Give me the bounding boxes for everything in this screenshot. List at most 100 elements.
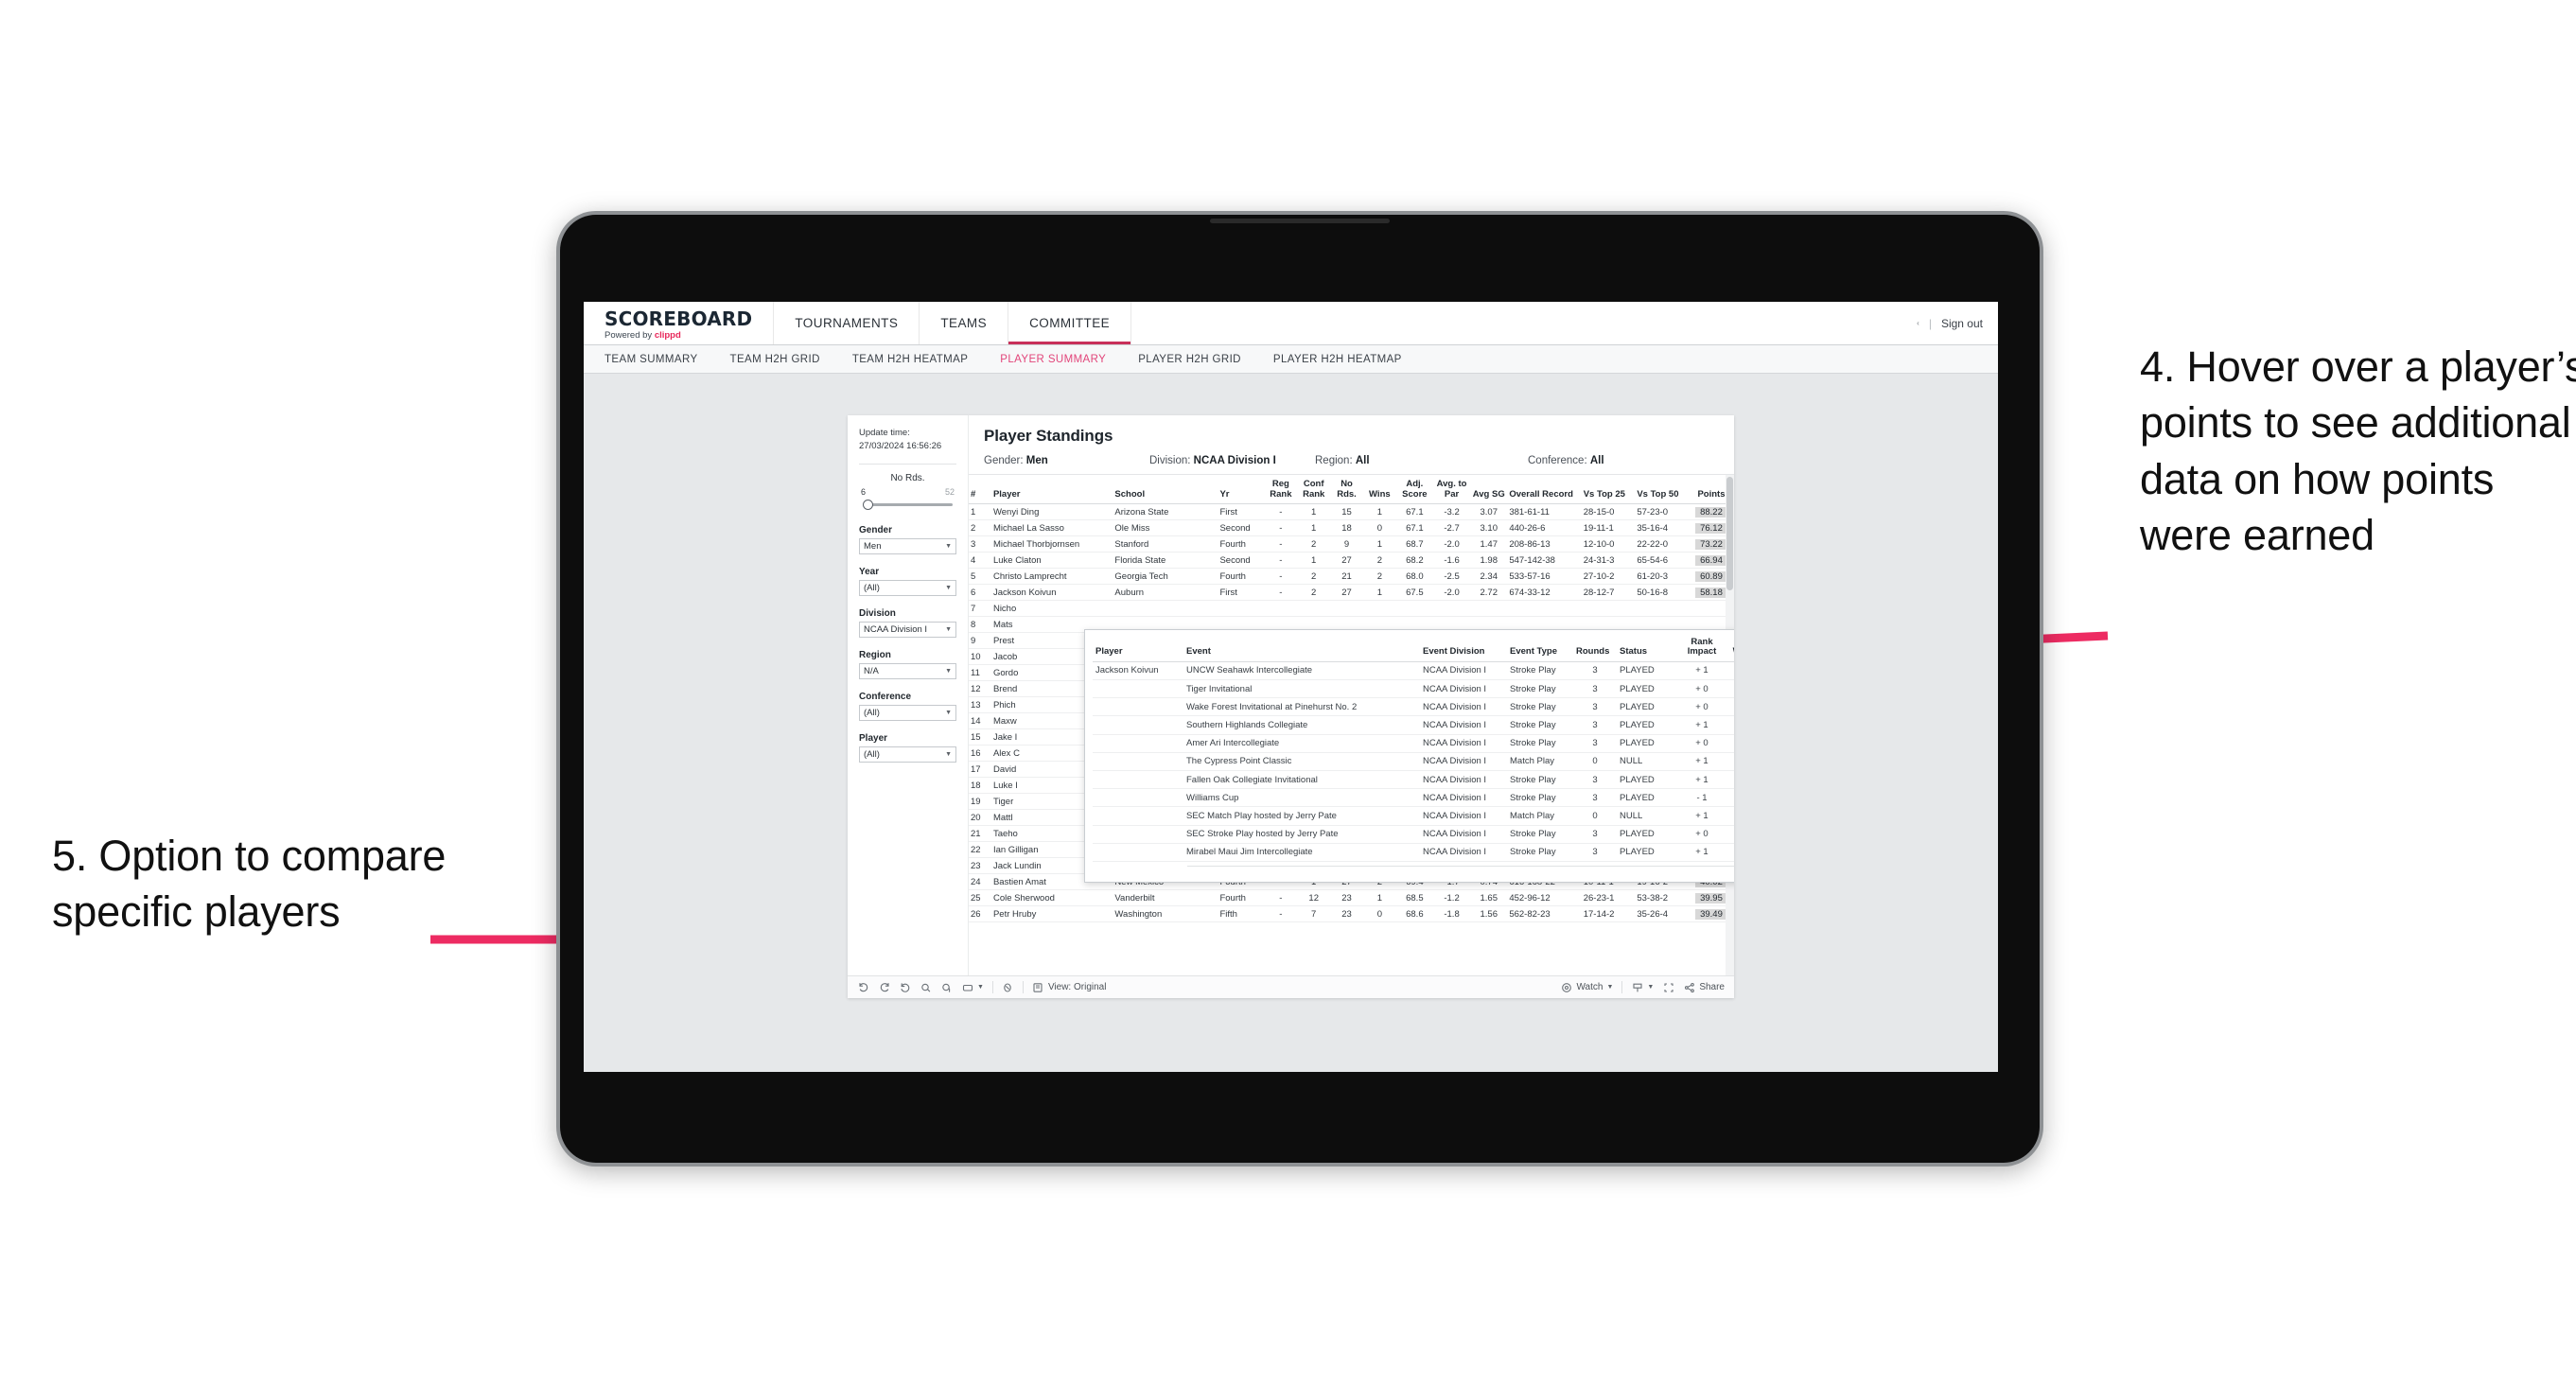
subnav-item-team-h2h-heatmap[interactable]: TEAM H2H HEATMAP (852, 354, 968, 365)
cell-adj (1395, 600, 1433, 618)
cell-par: -1.8 (1432, 905, 1471, 923)
slider-knob[interactable] (863, 499, 873, 510)
sign-out-link[interactable]: Sign out (1941, 317, 1983, 330)
filter-conference-select[interactable]: (All) ▼ (859, 704, 956, 721)
topnav-item-tournaments[interactable]: TOURNAMENTS (774, 302, 920, 344)
cell-top25: 27-10-2 (1581, 568, 1636, 586)
update-time: Update time: 27/03/2024 16:56:26 (859, 427, 956, 453)
points-badge[interactable]: 88.22 (1694, 506, 1727, 518)
tooltip-cell-rounds: 3 (1573, 843, 1617, 862)
col-no-rds[interactable]: No Rds. (1330, 475, 1363, 505)
points-badge[interactable]: 76.12 (1694, 522, 1727, 534)
tooltip-row: Mirabel Maui Jim Intercollegiate NCAA Div… (1093, 843, 1734, 862)
cell-par: -2.0 (1432, 584, 1471, 602)
tooltip-cell-player (1093, 679, 1183, 699)
device-layout-dropdown[interactable]: ▼ (961, 981, 984, 993)
cell-rank: 18 (969, 777, 991, 795)
filter-gender-select[interactable]: Men ▼ (859, 537, 956, 554)
table-row[interactable]: 5 Christo Lamprecht Georgia Tech Fourth -2 21… (969, 568, 1734, 586)
table-row[interactable]: 3 Michael Thorbjornsen Stanford Fourth -2 9 1 6… (969, 535, 1734, 553)
col-adj-score[interactable]: Adj. Score (1395, 475, 1433, 505)
meta-conference-value: All (1589, 455, 1604, 466)
filter-gender-label: Gender (859, 524, 893, 535)
table-row[interactable]: 4 Luke Claton Florida State Second -1 27 2 68.2… (969, 552, 1734, 570)
col-vs-top-25[interactable]: Vs Top 25 (1581, 475, 1636, 505)
view-original-button[interactable]: View: Original (1032, 981, 1106, 993)
col-conf-rank[interactable]: Conf Rank (1297, 475, 1331, 505)
standings-scroll-thumb[interactable] (1726, 477, 1733, 590)
cell-par: -2.5 (1432, 568, 1471, 586)
col-avg-sg[interactable]: Avg SG (1470, 475, 1508, 505)
col-vs-top-50[interactable]: Vs Top 50 (1635, 475, 1689, 505)
tooltip-cell-player (1093, 806, 1183, 826)
table-row[interactable]: 7 Nicho (969, 600, 1734, 618)
pause-auto-update-icon[interactable] (1002, 981, 1014, 993)
undo-icon[interactable] (857, 981, 869, 993)
tooltip-cell-division: NCAA Division I (1420, 715, 1507, 735)
points-badge[interactable]: 73.22 (1694, 538, 1727, 550)
pause-refresh-icon[interactable] (940, 981, 953, 993)
points-badge[interactable]: 39.49 (1694, 908, 1727, 920)
subnav-item-player-summary[interactable]: PLAYER SUMMARY (1000, 354, 1106, 365)
chevron-left-icon[interactable]: ‹ (1917, 319, 1919, 327)
col-avg-to-par[interactable]: Avg. to Par (1432, 475, 1471, 505)
filter-region-select[interactable]: N/A ▼ (859, 662, 956, 679)
standings-table-wrap[interactable]: # Player School Yr Reg Rank Conf Rank No… (969, 475, 1734, 975)
cell-wins: 1 (1362, 889, 1396, 907)
revert-icon[interactable] (899, 981, 911, 993)
topnav-item-committee[interactable]: COMMITTEE (1008, 302, 1132, 344)
fullscreen-icon[interactable] (1662, 981, 1674, 993)
points-badge[interactable]: 60.89 (1694, 570, 1727, 582)
col-player[interactable]: Player (990, 475, 1113, 505)
subnav-item-player-h2h-heatmap[interactable]: PLAYER H2H HEATMAP (1273, 354, 1402, 365)
no-rounds-slider[interactable]: No Rds. 6 52 (859, 473, 956, 510)
cell-adj: 68.7 (1395, 535, 1433, 553)
subnav-item-team-summary[interactable]: TEAM SUMMARY (605, 354, 698, 365)
share-button[interactable]: Share (1683, 981, 1725, 993)
cell-reg: - (1264, 584, 1298, 602)
table-row[interactable]: 1 Wenyi Ding Arizona State First -1 15 1 67.1 -3… (969, 503, 1734, 521)
points-badge[interactable]: 66.94 (1694, 554, 1727, 566)
dashboard-card: Update time: 27/03/2024 16:56:26 No Rds.… (848, 415, 1734, 998)
subnav-item-team-h2h-grid[interactable]: TEAM H2H GRID (730, 354, 820, 365)
col-reg-rank[interactable]: Reg Rank (1264, 475, 1298, 505)
download-button[interactable]: ▼ (1631, 981, 1654, 993)
cell-wins: 2 (1362, 568, 1396, 586)
cell-player: Wenyi Ding (990, 503, 1113, 521)
chevron-down-icon: ▼ (1606, 984, 1614, 991)
cell-reg: - (1264, 552, 1298, 570)
brand-logo[interactable]: SCOREBOARD Powered by clippd (584, 302, 775, 344)
table-row[interactable]: 2 Michael La Sasso Ole Miss Second -1 18 0 67.1… (969, 519, 1734, 537)
topnav-item-teams[interactable]: TEAMS (920, 302, 1009, 344)
cell-top25: 28-12-7 (1581, 584, 1636, 602)
col-yr[interactable]: Yr (1218, 475, 1265, 505)
slider-track[interactable] (863, 499, 953, 510)
redo-icon[interactable] (878, 981, 890, 993)
col-wins[interactable]: Wins (1362, 475, 1396, 505)
table-row[interactable]: 25 Cole Sherwood Vanderbilt Fourth -12 23 1 68.… (969, 889, 1734, 907)
app-screen: SCOREBOARD Powered by clippd TOURNAMENTS… (584, 302, 1998, 1072)
cell-rank: 26 (969, 905, 991, 923)
col-school[interactable]: School (1113, 475, 1218, 505)
points-badge[interactable]: 39.95 (1694, 892, 1727, 904)
cell-rank: 8 (969, 616, 991, 634)
cell-yr: Second (1218, 519, 1265, 537)
table-row[interactable]: 6 Jackson Koivun Auburn First -2 27 1 67.5 -2.0 2… (969, 584, 1734, 602)
tooltip-cell-status: PLAYED (1617, 734, 1677, 753)
subnav-item-player-h2h-grid[interactable]: PLAYER H2H GRID (1138, 354, 1241, 365)
watch-button[interactable]: Watch ▼ (1560, 981, 1613, 993)
table-row[interactable]: 26 Petr Hruby Washington Fifth -7 23 0 68.6 -1.8… (969, 905, 1734, 923)
cell-rank: 23 (969, 857, 991, 875)
refresh-icon[interactable] (920, 981, 932, 993)
points-badge[interactable]: 58.18 (1694, 587, 1727, 598)
cell-rank: 22 (969, 841, 991, 859)
cell-rank: 17 (969, 761, 991, 779)
filter-player-select[interactable]: (All) ▼ (859, 746, 956, 763)
cell-reg: - (1264, 889, 1298, 907)
col-overall-record[interactable]: Overall Record (1507, 475, 1582, 505)
filter-division-select[interactable]: NCAA Division I ▼ (859, 621, 956, 638)
col-rank[interactable]: # (969, 475, 991, 505)
cell-school: Stanford (1113, 535, 1218, 553)
filter-year-select[interactable]: (All) ▼ (859, 579, 956, 596)
cell-sg: 1.47 (1470, 535, 1508, 553)
